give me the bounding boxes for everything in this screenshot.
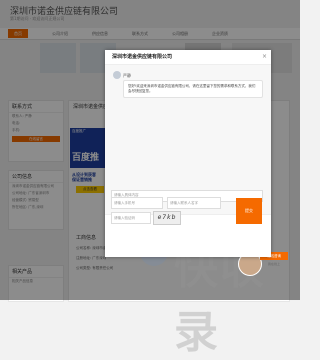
captcha-image[interactable]: e7kb	[153, 211, 181, 225]
sender-avatar-icon	[113, 71, 121, 79]
online-status-text: 我在线上	[267, 262, 280, 266]
dialog-title: 深圳市诺金供应链有限公司	[112, 54, 173, 60]
close-icon[interactable]: ×	[262, 53, 267, 60]
captcha-field[interactable]: 请输入验证码	[111, 212, 151, 224]
phone-field[interactable]: 请输入手机号	[111, 197, 163, 209]
contact-name-field[interactable]: 请输入联系人名字	[167, 197, 221, 209]
message-bubble: 您好!欢迎来深圳市诺金供应链有限公司，请在这里留下您的需求和联系方式，我们会尽快…	[123, 80, 263, 98]
sender-name: 严静	[123, 73, 131, 78]
message-dialog: 深圳市诺金供应链有限公司 × 严静 您好!欢迎来深圳市诺金供应链有限公司，请在这…	[105, 50, 271, 257]
submit-button[interactable]: 提交	[236, 198, 262, 224]
message-area: 严静 您好!欢迎来深圳市诺金供应链有限公司，请在这里留下您的需求和联系方式，我们…	[105, 64, 271, 215]
